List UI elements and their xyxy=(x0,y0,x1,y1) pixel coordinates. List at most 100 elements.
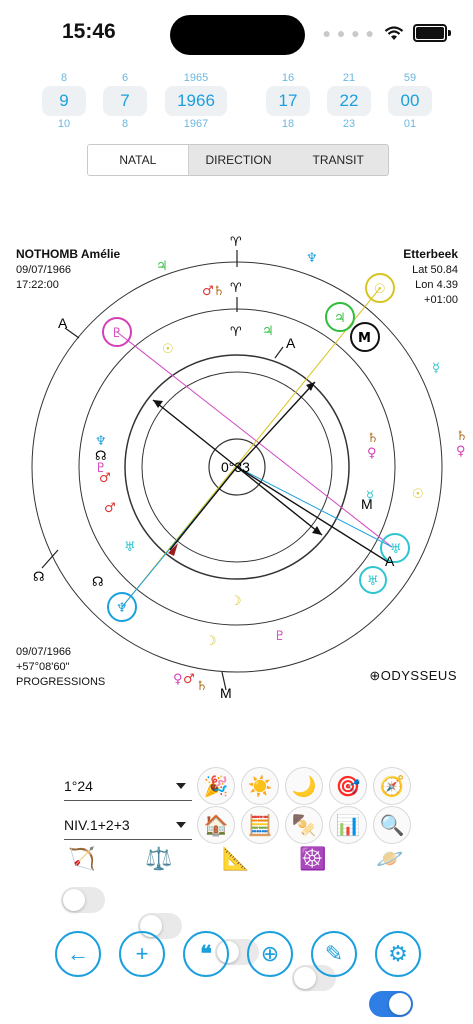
second-next[interactable]: 01 xyxy=(388,116,432,132)
plus-icon: + xyxy=(135,941,149,966)
back-arrow-icon: ← xyxy=(67,941,89,966)
libra-icon[interactable]: ⚖️ xyxy=(143,846,175,872)
center-degree: 0°33 xyxy=(221,459,250,475)
magnifier-icon[interactable]: 🔍 xyxy=(373,806,411,844)
level-select-value: NIV.1+2+3 xyxy=(64,817,130,833)
pluto-glyph: ♇ xyxy=(274,629,286,644)
day-next[interactable]: 10 xyxy=(42,116,86,132)
level-select[interactable]: NIV.1+2+3 xyxy=(64,811,192,840)
mc-glyph: M xyxy=(358,331,371,346)
triangle-ruler-icon[interactable]: 📐 xyxy=(220,846,252,872)
feather-icon: ✎ xyxy=(324,941,344,966)
node-marker xyxy=(41,549,59,569)
chevron-down-icon xyxy=(176,783,186,789)
aries-glyph: ♈ xyxy=(230,235,242,250)
venus-glyph: ♀ xyxy=(367,446,377,461)
toggle-5[interactable] xyxy=(369,991,413,1017)
minute-prev[interactable]: 21 xyxy=(327,70,371,86)
uranus-glyph: ♅ xyxy=(367,574,379,589)
toggle-knob xyxy=(294,967,316,989)
compass-icon[interactable]: 🧭 xyxy=(373,767,411,805)
neptune-glyph: ♆ xyxy=(116,601,128,616)
dynamic-island xyxy=(170,15,305,55)
battery-icon xyxy=(413,24,447,42)
hour-next[interactable]: 18 xyxy=(266,116,310,132)
day-prev[interactable]: 8 xyxy=(42,70,86,86)
oden-icon[interactable]: 🍢 xyxy=(285,806,323,844)
moon-glyph: ☽ xyxy=(205,634,217,649)
mars-glyph: ♂ xyxy=(99,471,111,486)
saturn-planet-icon[interactable]: 🪐 xyxy=(374,846,406,872)
direction-arrow xyxy=(236,381,316,468)
year-prev[interactable]: 1965 xyxy=(165,70,227,86)
day-picker[interactable]: 8 9 10 xyxy=(42,70,86,132)
sagittarius-icon[interactable]: 🏹 xyxy=(66,846,98,872)
hour-prev[interactable]: 16 xyxy=(266,70,310,86)
tab-natal[interactable]: NATAL xyxy=(88,145,189,175)
aspect-line xyxy=(116,331,393,548)
minute-value[interactable]: 22 xyxy=(327,86,371,116)
sun-glyph: ☉ xyxy=(162,342,174,357)
month-prev[interactable]: 6 xyxy=(103,70,147,86)
astro-symbol-icon: ⊕ xyxy=(260,941,280,966)
mars-glyph: ♂ xyxy=(183,672,195,687)
asc-label: A xyxy=(286,335,296,351)
mars-glyph: ♂ xyxy=(104,501,116,516)
wheel-icon[interactable]: ☸️ xyxy=(297,846,329,872)
year-picker[interactable]: 1965 1966 1967 xyxy=(165,70,227,132)
second-picker[interactable]: 59 00 01 xyxy=(388,70,432,132)
minute-picker[interactable]: 21 22 23 xyxy=(327,70,371,132)
aries-glyph: ♈ xyxy=(230,325,242,340)
settings-button[interactable]: ⚙ xyxy=(375,931,421,977)
minute-next[interactable]: 23 xyxy=(327,116,371,132)
quote-button[interactable]: ❝ xyxy=(183,931,229,977)
day-value[interactable]: 9 xyxy=(42,86,86,116)
crescent-moon-icon[interactable]: 🌙 xyxy=(285,767,323,805)
hour-picker[interactable]: 16 17 18 xyxy=(266,70,310,132)
bar-chart-icon[interactable]: 📊 xyxy=(329,806,367,844)
jupiter-glyph: ♃ xyxy=(156,259,168,274)
sun-icon[interactable]: ☀️ xyxy=(241,767,279,805)
chart-mode-segmented[interactable]: NATAL DIRECTION TRANSIT xyxy=(87,144,389,176)
node-glyph: ☊ xyxy=(92,575,104,590)
add-button[interactable]: + xyxy=(119,931,165,977)
house-icon[interactable]: 🏠 xyxy=(197,806,235,844)
sun-glyph: ☉ xyxy=(374,282,386,297)
chevron-down-icon xyxy=(176,822,186,828)
direction-arrow xyxy=(236,466,389,563)
neptune-glyph: ♆ xyxy=(95,434,107,449)
signal-icon: ● ● ● ● xyxy=(322,25,375,41)
tab-direction[interactable]: DIRECTION xyxy=(189,145,289,175)
orb-select[interactable]: 1°24 xyxy=(64,772,192,801)
month-value[interactable]: 7 xyxy=(103,86,147,116)
status-icons: ● ● ● ● xyxy=(322,24,451,42)
abacus-icon[interactable]: 🧮 xyxy=(241,806,279,844)
month-picker[interactable]: 6 7 8 xyxy=(103,70,147,132)
saturn-glyph: ♄ xyxy=(456,429,468,444)
hour-value[interactable]: 17 xyxy=(266,86,310,116)
party-popper-icon[interactable]: 🎉 xyxy=(197,767,235,805)
progression-label: PROGRESSIONS xyxy=(16,676,106,688)
jupiter-glyph: ♃ xyxy=(334,311,346,326)
target-icon[interactable]: 🎯 xyxy=(329,767,367,805)
status-time: 15:46 xyxy=(62,20,116,43)
astro-button[interactable]: ⊕ xyxy=(247,931,293,977)
venus-glyph: ♀ xyxy=(173,672,183,687)
direction-arrow xyxy=(152,399,238,468)
notes-button[interactable]: ✎ xyxy=(311,931,357,977)
astro-chart-wheel[interactable]: ♈ ♈ ♈ ♃ ♆ ♂ ♄ ♃ ☉ ♇ ☉ ♃ M ☿ ♄ ♀ ♄ ♀ ☉ ☿ … xyxy=(0,220,473,710)
sun-glyph: ☉ xyxy=(412,487,424,502)
neptune-glyph: ♆ xyxy=(306,251,318,266)
year-value[interactable]: 1966 xyxy=(165,86,227,116)
year-next[interactable]: 1967 xyxy=(165,116,227,132)
back-button[interactable]: ← xyxy=(55,931,101,977)
asc-label: A xyxy=(58,315,68,331)
second-value[interactable]: 00 xyxy=(388,86,432,116)
saturn-glyph: ♄ xyxy=(196,679,208,694)
month-next[interactable]: 8 xyxy=(103,116,147,132)
mc-label: M xyxy=(361,496,373,512)
toggle-1[interactable] xyxy=(61,887,105,913)
tab-transit[interactable]: TRANSIT xyxy=(288,145,388,175)
progression-info: 09/07/1966 +57°08'60" PROGRESSIONS xyxy=(16,645,105,690)
second-prev[interactable]: 59 xyxy=(388,70,432,86)
